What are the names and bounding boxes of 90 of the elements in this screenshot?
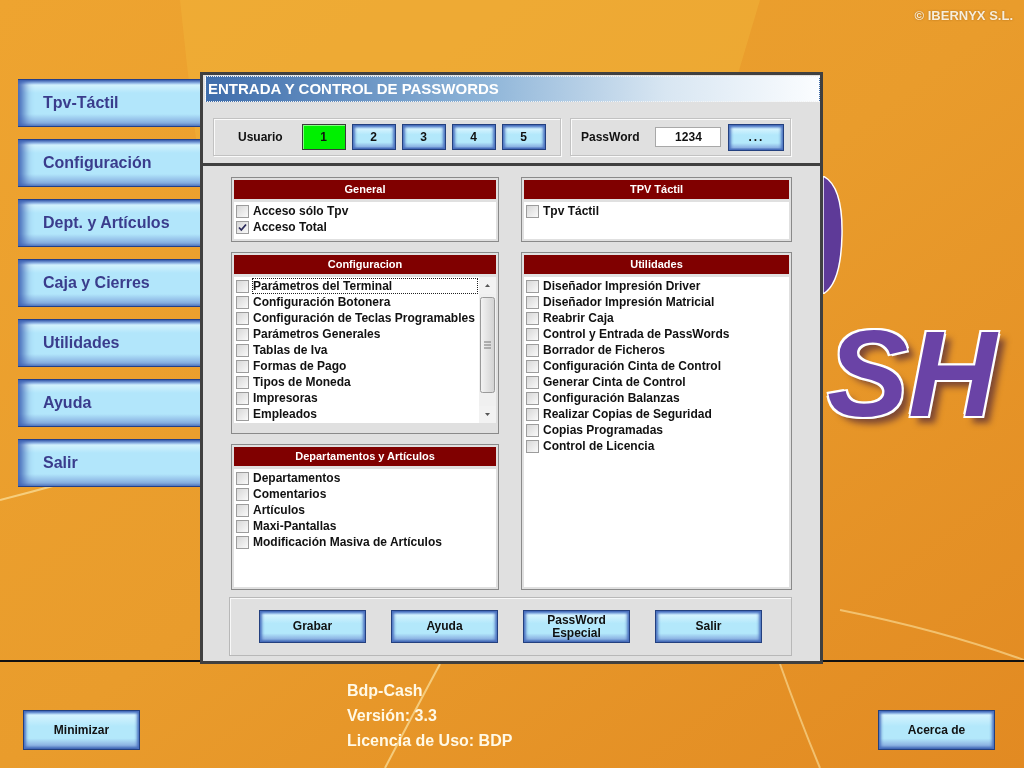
permission-label[interactable]: Configuración Balanzas xyxy=(543,391,680,405)
sidebar-button[interactable]: Ayuda xyxy=(18,379,200,427)
sidebar-button[interactable]: Salir xyxy=(18,439,200,487)
permission-label[interactable]: Control y Entrada de PassWords xyxy=(543,327,730,341)
about-button[interactable]: Acerca de xyxy=(878,710,995,750)
permission-label[interactable]: Modificación Masiva de Artículos xyxy=(253,535,442,549)
permission-label[interactable]: Realizar Copias de Seguridad xyxy=(543,407,712,421)
checkbox[interactable] xyxy=(236,407,249,421)
dialog-button[interactable]: Ayuda xyxy=(391,610,498,643)
sidebar-button[interactable]: Utilidades xyxy=(18,319,200,367)
checkbox[interactable] xyxy=(236,487,249,501)
user-button[interactable]: 1 xyxy=(301,124,346,150)
checkbox[interactable] xyxy=(236,391,249,405)
permission-label[interactable]: Configuración Botonera xyxy=(253,295,391,309)
panel-header: Departamentos y Artículos xyxy=(234,447,496,466)
checkbox[interactable] xyxy=(526,407,539,421)
dialog-button[interactable]: PassWord Especial xyxy=(523,610,630,643)
checkbox[interactable] xyxy=(526,359,539,373)
permission-label[interactable]: Acceso sólo Tpv xyxy=(253,204,349,218)
scroll-thumb[interactable] xyxy=(480,297,495,393)
checkbox[interactable] xyxy=(526,343,539,357)
panel-header: Utilidades xyxy=(524,255,789,274)
checkbox[interactable] xyxy=(526,311,539,325)
permission-label[interactable]: Formas de Pago xyxy=(253,359,347,373)
product-info-text: Licencia de Uso: BDP xyxy=(347,731,513,751)
checkbox[interactable] xyxy=(236,311,249,325)
permission-label[interactable]: Tablas de Iva xyxy=(253,343,328,357)
permission-label[interactable]: Tipos de Moneda xyxy=(253,375,351,389)
checkbox[interactable] xyxy=(236,204,249,218)
checkbox[interactable] xyxy=(236,220,249,234)
permission-label[interactable]: Reabrir Caja xyxy=(543,311,614,325)
permission-label[interactable]: Maxi-Pantallas xyxy=(253,519,337,533)
sidebar-button[interactable]: Configuración xyxy=(18,139,200,187)
permission-label[interactable]: Empleados xyxy=(253,407,318,421)
user-button[interactable]: 3 xyxy=(401,124,446,150)
user-label: Usuario xyxy=(238,130,283,144)
product-info-text: Versión: 3.3 xyxy=(347,706,437,726)
sidebar-button[interactable]: Dept. y Artículos xyxy=(18,199,200,247)
panel-header: TPV Táctil xyxy=(524,180,789,199)
checkbox[interactable] xyxy=(236,295,249,309)
checkbox[interactable] xyxy=(526,204,539,218)
sidebar-button[interactable]: Tpv-Táctil xyxy=(18,79,200,127)
checkbox[interactable] xyxy=(236,279,249,293)
checkbox[interactable] xyxy=(236,343,249,357)
checkbox[interactable] xyxy=(526,423,539,437)
checkbox[interactable] xyxy=(236,519,249,533)
minimize-button[interactable]: Minimizar xyxy=(23,710,140,750)
permission-label[interactable]: Parámetros del Terminal xyxy=(253,279,477,293)
checkbox[interactable] xyxy=(236,327,249,341)
panel-header: Configuracion xyxy=(234,255,496,274)
user-button[interactable]: 5 xyxy=(501,124,546,150)
checkbox[interactable] xyxy=(236,359,249,373)
permission-label[interactable]: Comentarios xyxy=(253,487,327,501)
product-info-text: Bdp-Cash xyxy=(347,681,423,701)
permission-label[interactable]: Generar Cinta de Control xyxy=(543,375,686,389)
checkbox[interactable] xyxy=(526,375,539,389)
permission-label[interactable]: Configuración de Teclas Programables xyxy=(253,311,475,325)
permission-label[interactable]: Diseñador Impresión Driver xyxy=(543,279,701,293)
permission-label[interactable]: Acceso Total xyxy=(253,220,327,234)
permission-label[interactable]: Artículos xyxy=(253,503,305,517)
checkbox[interactable] xyxy=(236,535,249,549)
permission-label[interactable]: Diseñador Impresión Matricial xyxy=(543,295,715,309)
dialog-title: ENTRADA Y CONTROL DE PASSWORDS xyxy=(205,76,820,102)
browse-button[interactable]: ... xyxy=(728,123,785,151)
checkbox[interactable] xyxy=(526,295,539,309)
permission-label[interactable]: Borrador de Ficheros xyxy=(543,343,666,357)
permission-label[interactable]: Configuración Cinta de Control xyxy=(543,359,721,373)
permission-label[interactable]: Departamentos xyxy=(253,471,341,485)
dialog-button[interactable]: Grabar xyxy=(259,610,366,643)
copyright-text: © IBERNYX S.L. xyxy=(914,8,1013,23)
checkbox[interactable] xyxy=(526,391,539,405)
checkbox[interactable] xyxy=(526,439,539,453)
checkbox[interactable] xyxy=(236,503,249,517)
logo-wordmark: SH xyxy=(827,310,997,438)
password-label: PassWord xyxy=(581,130,640,144)
permission-label[interactable]: Impresoras xyxy=(253,391,318,405)
user-button[interactable]: 2 xyxy=(351,124,396,150)
permission-label[interactable]: Copias Programadas xyxy=(543,423,664,437)
checkbox[interactable] xyxy=(526,327,539,341)
sidebar-button[interactable]: Caja y Cierres xyxy=(18,259,200,307)
checkbox[interactable] xyxy=(236,471,249,485)
checkbox[interactable] xyxy=(236,375,249,389)
checkbox[interactable] xyxy=(526,279,539,293)
user-button[interactable]: 4 xyxy=(451,124,496,150)
permission-label[interactable]: Parámetros Generales xyxy=(253,327,381,341)
permission-label[interactable]: Control de Licencia xyxy=(543,439,655,453)
password-field[interactable]: 1234 xyxy=(655,127,722,147)
permission-label[interactable]: Tpv Táctil xyxy=(543,204,599,218)
panel-header: General xyxy=(234,180,496,199)
dialog-button[interactable]: Salir xyxy=(655,610,762,643)
